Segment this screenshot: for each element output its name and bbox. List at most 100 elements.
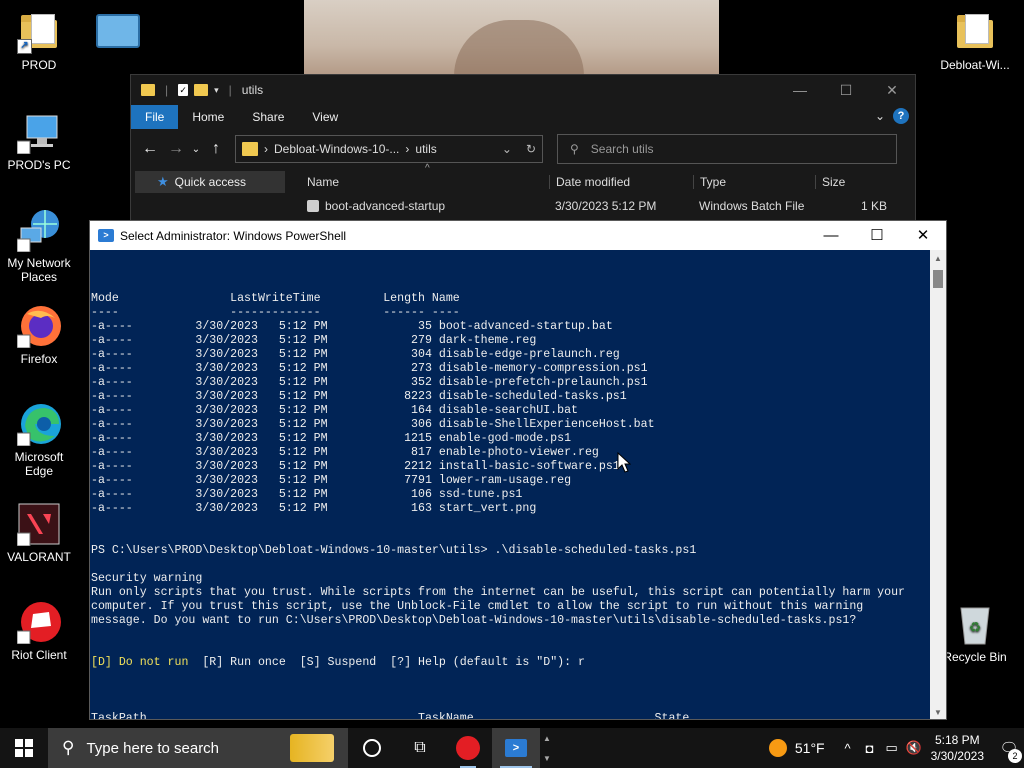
tab-home[interactable]: Home (178, 105, 238, 129)
vertical-scrollbar[interactable]: ▲ ▼ (930, 250, 946, 719)
column-header-date[interactable]: Date modified (549, 175, 693, 189)
minimize-button[interactable]: — (777, 75, 823, 105)
scroll-down-icon[interactable]: ▼ (930, 708, 946, 717)
desktop-icon-label: PROD (21, 58, 57, 72)
chevron-down-icon[interactable]: ▼ (543, 754, 551, 763)
weather-temperature: 51°F (794, 740, 825, 756)
taskbar-riot-client[interactable] (444, 728, 492, 768)
task-view-button[interactable]: ⧉ (396, 728, 444, 768)
chevron-down-icon[interactable]: ▾ (214, 85, 219, 96)
desktop-icon-prod[interactable]: ↗ PROD (0, 10, 78, 72)
system-tray: 51°F ^ ◘ ▭ 🔇 5:18 PM 3/30/2023 🗨 2 (768, 728, 1024, 768)
desktop-icon-debloat[interactable]: Debloat-Wi... (935, 10, 1015, 72)
network-icon[interactable]: ▭ (881, 740, 903, 756)
volume-muted-icon[interactable]: 🔇 (903, 740, 925, 756)
taskbar-scroll[interactable]: ▲ ▼ (540, 728, 554, 768)
new-folder-icon[interactable] (194, 84, 209, 96)
expand-ribbon-icon[interactable]: ⌄ (875, 109, 885, 123)
chevron-up-icon[interactable]: ▲ (543, 734, 551, 743)
prompt-default-option: [D] Do not run (91, 656, 189, 669)
webcam-icon[interactable]: ◘ (859, 741, 881, 756)
desktop-icon-firefox[interactable]: Firefox (0, 304, 78, 366)
forward-arrow-icon[interactable]: → (163, 140, 189, 158)
refresh-icon[interactable]: ↻ (526, 142, 536, 156)
back-arrow-icon[interactable]: ← (137, 140, 163, 158)
search-placeholder: Search utils (590, 142, 654, 156)
scroll-up-icon[interactable]: ▲ (930, 254, 946, 263)
recent-locations-icon[interactable]: ⌄ (189, 144, 203, 155)
desktop-icon-valorant[interactable]: VALORANT (0, 502, 78, 564)
column-header-name[interactable]: Name (289, 175, 549, 189)
up-arrow-icon[interactable]: ↑ (203, 140, 229, 158)
close-button[interactable]: ✕ (900, 221, 946, 251)
scrollbar-thumb[interactable] (933, 270, 943, 288)
tab-file[interactable]: File (131, 105, 179, 129)
minimize-button[interactable]: — (808, 221, 854, 251)
console-line: computer. If you trust this script, use … (91, 600, 864, 613)
console-line: -a---- 3/30/2023 5:12 PM 1215 enable-god… (91, 432, 572, 445)
column-header-type[interactable]: Type (693, 175, 815, 189)
search-input[interactable]: ⚲ Search utils (557, 134, 897, 164)
console-line: -a---- 3/30/2023 5:12 PM 8223 disable-sc… (91, 390, 627, 403)
desktop-icon-label: My Network Places (7, 256, 71, 284)
nav-item-quick-access[interactable]: ★ Quick access (135, 171, 285, 193)
desktop-icon-recycle-bin[interactable]: ♻ Recycle Bin (935, 602, 1015, 664)
cortana-button[interactable] (348, 728, 396, 768)
desktop-icon-riot[interactable]: Riot Client (0, 600, 78, 662)
desktop-icon-control-panel[interactable] (96, 14, 140, 52)
console-line: -a---- 3/30/2023 5:12 PM 163 start_vert.… (91, 502, 537, 515)
desktop-icon-label: Microsoft Edge (14, 450, 64, 478)
weather-widget[interactable]: 51°F (768, 739, 825, 757)
desktop-icon-label: VALORANT (7, 550, 71, 564)
file-name: boot-advanced-startup (325, 199, 446, 213)
control-panel-icon (96, 14, 140, 48)
maximize-button[interactable]: ☐ (854, 221, 900, 251)
clock-date: 3/30/2023 (930, 749, 984, 763)
file-explorer-window[interactable]: | ✓ ▾ | utils — ☐ ✕ File Home Share View… (130, 74, 916, 222)
start-button[interactable] (0, 728, 48, 768)
network-icon (16, 208, 61, 253)
file-row[interactable]: boot-advanced-startup 3/30/2023 5:12 PM … (289, 195, 915, 217)
powershell-icon: > (98, 229, 114, 242)
close-button[interactable]: ✕ (869, 75, 915, 105)
file-date: 3/30/2023 5:12 PM (555, 199, 657, 213)
console-line: -a---- 3/30/2023 5:12 PM 106 ssd-tune.ps… (91, 488, 523, 501)
column-header-size[interactable]: Size (815, 175, 893, 189)
properties-icon[interactable]: ✓ (178, 84, 189, 96)
console-line: -a---- 3/30/2023 5:12 PM 7791 lower-ram-… (91, 474, 572, 487)
chevron-down-icon[interactable]: ⌄ (502, 142, 512, 156)
breadcrumb-item[interactable]: utils (415, 142, 436, 156)
breadcrumb-item[interactable]: Debloat-Windows-10-... (274, 142, 399, 156)
desktop-icon-edge[interactable]: Microsoft Edge (0, 402, 78, 478)
maximize-button[interactable]: ☐ (823, 75, 869, 105)
taskbar-search-box[interactable]: ⚲ Type here to search (48, 728, 348, 768)
powershell-window[interactable]: > Select Administrator: Windows PowerShe… (89, 220, 947, 720)
explorer-titlebar[interactable]: | ✓ ▾ | utils — ☐ ✕ (131, 75, 915, 105)
desktop-icon-label: Debloat-Wi... (940, 58, 1010, 72)
svg-text:♻: ♻ (969, 619, 982, 635)
cortana-icon (363, 739, 381, 757)
desktop-icon-network[interactable]: My Network Places (0, 208, 78, 284)
console-line: -a---- 3/30/2023 5:12 PM 35 boot-advance… (91, 320, 613, 333)
show-hidden-icons-icon[interactable]: ^ (837, 741, 859, 756)
weather-sun-icon (768, 739, 787, 757)
tab-view[interactable]: View (298, 105, 352, 129)
console-prompt-line: [D] Do not run [R] Run once [S] Suspend … (91, 656, 930, 670)
desktop-icon-pc[interactable]: PROD's PC (0, 110, 78, 172)
action-center-button[interactable]: 🗨 2 (994, 739, 1024, 763)
clock[interactable]: 5:18 PM 3/30/2023 (931, 732, 984, 764)
windows-logo-icon (15, 739, 33, 757)
console-output[interactable]: Mode LastWriteTime Length Name ---- -----… (90, 250, 930, 719)
taskbar-powershell[interactable]: > (492, 728, 540, 768)
valorant-icon (16, 502, 61, 547)
edge-icon (16, 402, 61, 447)
console-line: Mode LastWriteTime Length Name (91, 292, 460, 305)
help-icon[interactable]: ? (893, 108, 909, 124)
console-line: -a---- 3/30/2023 5:12 PM 352 disable-pre… (91, 376, 648, 389)
tab-share[interactable]: Share (238, 105, 298, 129)
powershell-titlebar[interactable]: > Select Administrator: Windows PowerShe… (90, 221, 946, 250)
address-bar[interactable]: › Debloat-Windows-10-... › utils ⌄ ↻ (235, 135, 543, 163)
